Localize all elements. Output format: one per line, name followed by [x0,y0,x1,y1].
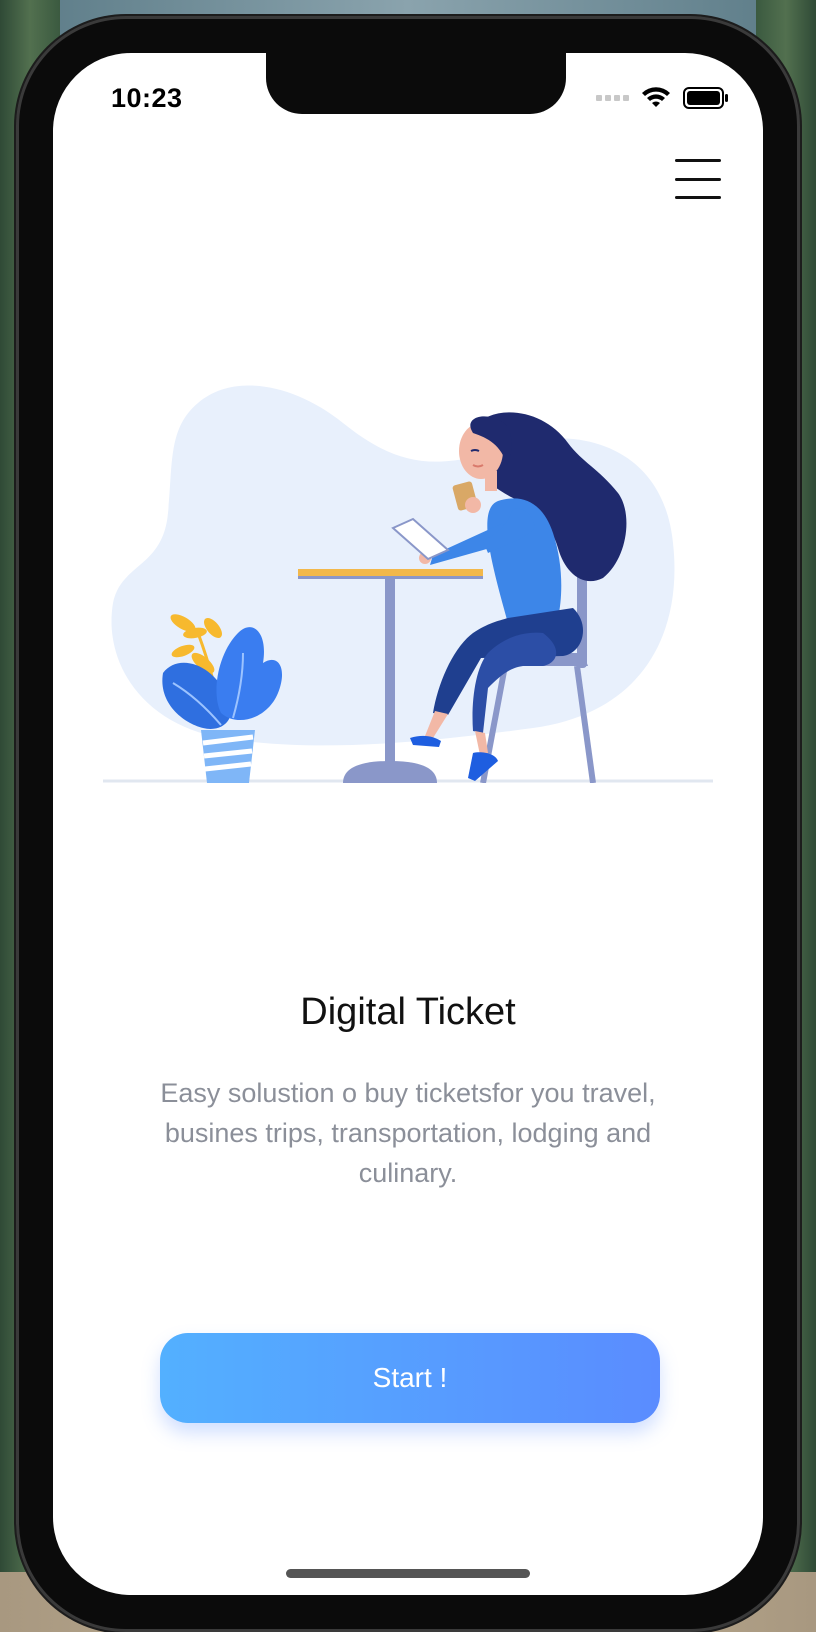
home-indicator[interactable] [286,1569,530,1578]
wifi-icon [642,87,670,107]
status-time: 10:23 [111,83,183,113]
battery-icon [683,87,728,109]
status-icons [596,87,729,109]
hamburger-menu-icon[interactable] [675,159,721,199]
onboarding-illustration [103,385,713,783]
notch [266,53,566,114]
phone-frame: 10:23 Digital Ticket Easy solustion o bu… [16,16,800,1632]
app-screen: 10:23 Digital Ticket Easy solustion o bu… [53,53,763,1595]
start-button[interactable]: Start ! [160,1333,660,1423]
page-title: Digital Ticket [300,991,516,1033]
page-description: Easy solustion o buy ticketsfor you trav… [160,1078,656,1188]
cellular-signal-icon [596,95,629,101]
